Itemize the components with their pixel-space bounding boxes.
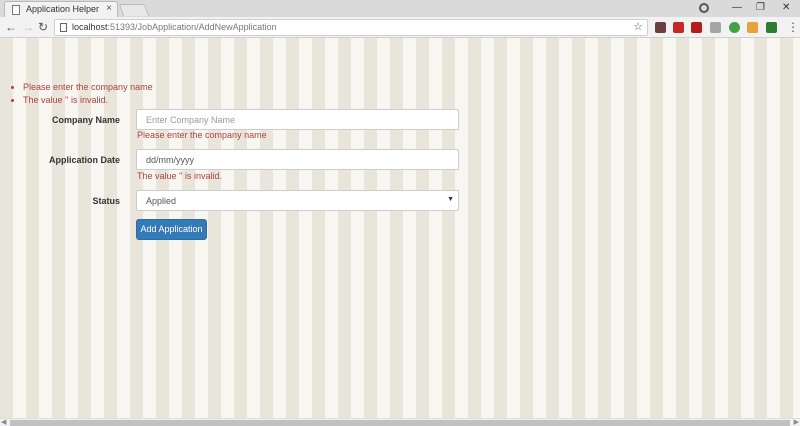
red-ext-icon[interactable] (673, 22, 684, 33)
url-path: :51393/JobApplication/AddNewApplication (107, 22, 277, 32)
validation-summary-item: The value '' is invalid. (23, 95, 153, 105)
profile-icon[interactable] (699, 3, 709, 13)
green-circle-ext-icon[interactable] (729, 22, 740, 33)
address-bar[interactable]: localhost:51393/JobApplication/AddNewApp… (54, 19, 648, 36)
application-date-value: dd/mm/yyyy (146, 155, 195, 165)
validation-summary: Please enter the company name The value … (23, 82, 153, 108)
plus-ext-icon[interactable] (766, 22, 777, 33)
dropdown-arrow-icon: ▼ (447, 196, 454, 203)
horizontal-scrollbar[interactable]: ◀ ▶ (0, 418, 800, 426)
close-window-button[interactable]: ✕ (782, 1, 790, 15)
new-tab-button[interactable] (118, 4, 150, 16)
application-date-label: Application Date (48, 155, 120, 165)
pdf-ext-icon[interactable] (710, 22, 721, 33)
browser-tab[interactable]: Application Helper × (4, 1, 118, 17)
application-date-error: The value '' is invalid. (137, 171, 222, 181)
company-name-error: Please enter the company name (137, 130, 267, 140)
page-info-icon[interactable] (60, 23, 67, 32)
status-selected-value: Applied (146, 196, 177, 206)
minimize-button[interactable]: — (732, 1, 742, 15)
company-name-input[interactable]: Enter Company Name (136, 109, 459, 130)
forward-arrow-icon[interactable]: → (22, 19, 34, 35)
application-date-input[interactable]: dd/mm/yyyy (136, 149, 459, 170)
scroll-left-arrow-icon[interactable]: ◀ (1, 418, 6, 426)
url-host: localhost (72, 22, 108, 32)
browser-toolbar: ← → ↻ localhost:51393/JobApplication/Add… (0, 17, 800, 38)
page-content: Please enter the company name The value … (0, 38, 800, 418)
browser-menu-icon[interactable]: ⋮ (787, 19, 799, 35)
status-select[interactable]: Applied ▼ (136, 190, 459, 211)
shield-ext-icon[interactable] (691, 22, 702, 33)
tab-title: Application Helper (26, 4, 100, 14)
status-label: Status (92, 196, 120, 206)
page-favicon-icon (12, 5, 20, 15)
restore-button[interactable]: ❐ (756, 1, 765, 15)
reload-icon[interactable]: ↻ (38, 19, 48, 35)
tab-close-icon[interactable]: × (106, 3, 112, 15)
back-arrow-icon[interactable]: ← (5, 19, 17, 35)
url-text[interactable]: localhost:51393/JobApplication/AddNewApp… (72, 22, 277, 32)
validation-summary-item: Please enter the company name (23, 82, 153, 92)
browser-title-bar: Application Helper × — ❐ ✕ (0, 0, 800, 17)
scrollbar-thumb[interactable] (10, 420, 790, 426)
add-application-button[interactable]: Add Application (136, 219, 207, 240)
company-name-label: Company Name (51, 115, 120, 125)
tag-ext-icon[interactable] (747, 22, 758, 33)
bookmark-star-icon[interactable]: ☆ (633, 20, 643, 35)
puzzle-extension-icon[interactable] (655, 22, 666, 33)
scroll-right-arrow-icon[interactable]: ▶ (794, 418, 799, 426)
company-name-placeholder: Enter Company Name (146, 115, 236, 125)
